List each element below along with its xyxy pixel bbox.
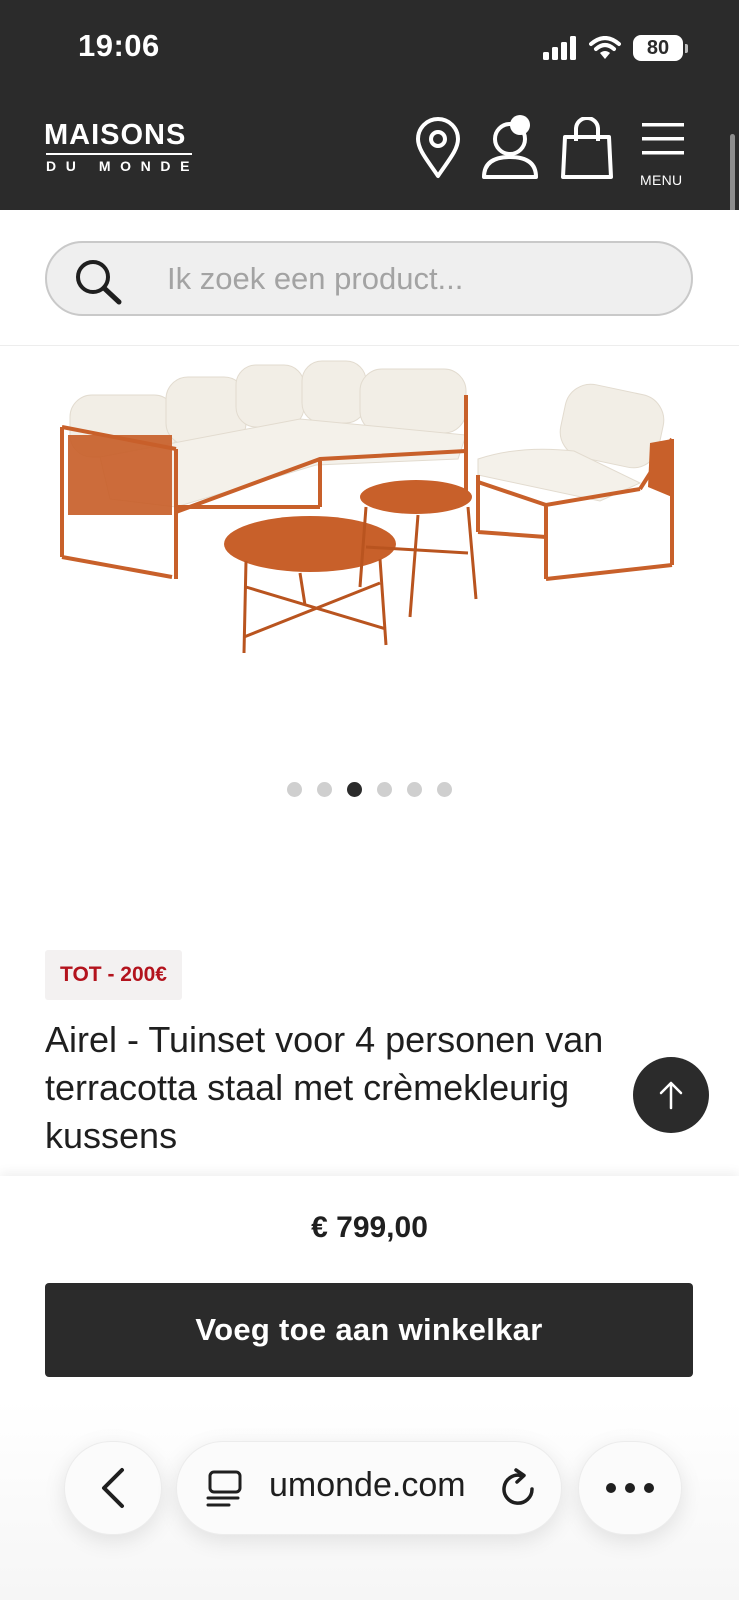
- address-bar[interactable]: umonde.com: [176, 1441, 562, 1535]
- account-icon: [482, 115, 538, 179]
- hamburger-menu-icon: [642, 123, 684, 155]
- browser-more-button[interactable]: [578, 1441, 682, 1535]
- url-text: umonde.com: [269, 1466, 466, 1504]
- account-button[interactable]: [480, 115, 542, 180]
- more-options-icon: [606, 1483, 654, 1493]
- browser-back-button[interactable]: [64, 1441, 162, 1535]
- product-price: € 799,00: [311, 1211, 428, 1244]
- image-carousel-dots: [0, 782, 739, 798]
- search-box[interactable]: [45, 241, 693, 316]
- cellular-signal-icon: [543, 36, 576, 60]
- carousel-dot[interactable]: [437, 782, 452, 797]
- product-title-line: kussens: [45, 1115, 178, 1156]
- arrow-up-icon: [659, 1081, 683, 1110]
- carousel-dot-active[interactable]: [347, 782, 362, 797]
- search-icon: [76, 260, 122, 305]
- page-tabs-icon: [206, 1470, 242, 1507]
- cart-header-button[interactable]: [558, 116, 616, 180]
- add-to-cart-button[interactable]: Voeg toe aan winkelkar: [45, 1283, 693, 1377]
- chevron-left-icon: [102, 1468, 124, 1508]
- logo-divider: [46, 153, 192, 155]
- menu-button[interactable]: [640, 116, 686, 162]
- carousel-dot[interactable]: [407, 782, 422, 797]
- brand-logo[interactable]: MAISONS DU MONDE: [44, 120, 199, 174]
- product-image[interactable]: [0, 347, 739, 727]
- product-title-line: terracotta staal met crèmekleurig: [45, 1067, 570, 1108]
- scroll-to-top-button[interactable]: [633, 1057, 709, 1133]
- header-bar: 19:06 80 MAISONS DU MONDE MENU: [0, 0, 739, 280]
- menu-label: MENU: [640, 172, 683, 188]
- carousel-dot[interactable]: [377, 782, 392, 797]
- shopping-bag-icon: [561, 117, 613, 179]
- carousel-dot[interactable]: [287, 782, 302, 797]
- carousel-dot[interactable]: [317, 782, 332, 797]
- store-locator-button[interactable]: [410, 116, 466, 180]
- discount-badge: TOT - 200€: [45, 950, 182, 1000]
- product-title: Airel - Tuinset voor 4 personen van terr…: [45, 1016, 725, 1160]
- status-time: 19:06: [78, 28, 160, 63]
- battery-indicator: 80: [633, 35, 688, 61]
- search-input[interactable]: [167, 243, 667, 314]
- product-title-line: Airel - Tuinset voor 4 personen van: [45, 1019, 604, 1060]
- wifi-icon: [589, 36, 621, 59]
- status-icons: 80: [543, 34, 688, 62]
- logo-text-main: MAISONS: [44, 119, 187, 151]
- location-pin-icon: [416, 117, 460, 178]
- reload-icon[interactable]: [499, 1467, 539, 1511]
- logo-text-sub: DU MONDE: [46, 157, 200, 174]
